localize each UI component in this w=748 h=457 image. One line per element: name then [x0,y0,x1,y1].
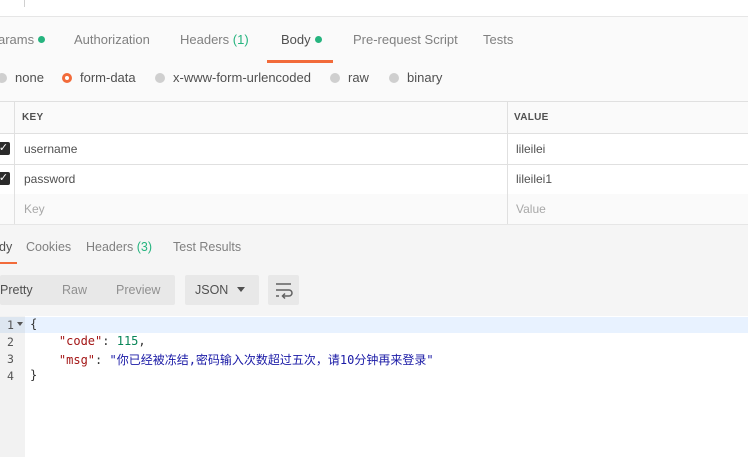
response-tab-cookies[interactable]: Cookies [26,240,71,254]
radio-circle [0,73,7,83]
tab-authorization[interactable]: Authorization [74,32,150,47]
response-tab-headers[interactable]: Headers (3) [86,240,152,254]
line-number: 3 [7,352,14,366]
radio-circle [389,73,399,83]
json-key-msg: "msg" [58,353,96,367]
json-value-msg: "你已经被冻结,密码输入次数超过五次，请10分钟再来登录" [109,353,434,367]
new-value-input[interactable]: Value [516,202,546,216]
row-checkbox[interactable]: ✓ [0,142,10,155]
column-divider [14,102,15,224]
json-key-code: "code" [58,334,103,348]
tab-headers-label: Headers [180,32,230,47]
format-label: JSON [195,283,229,297]
radio-circle [330,73,340,83]
radio-none[interactable]: none [0,70,44,85]
request-tabs: arams Authorization Headers (1) Body Pre… [0,17,748,63]
radio-raw[interactable]: raw [330,70,369,85]
headers-count: (1) [232,32,249,47]
tab-params[interactable]: arams [0,32,46,47]
radio-form-data[interactable]: form-data [62,70,136,85]
response-tab-body[interactable]: dy [0,240,12,254]
code-line-2: "code": 115, [58,334,146,348]
value-column-header: VALUE [514,112,549,123]
radio-circle-selected [62,73,72,83]
chevron-down-icon [237,287,245,292]
code-line-1: { [30,317,37,331]
radio-none-label: none [15,70,44,85]
body-indicator-dot [314,36,322,43]
radio-x-www-form-urlencoded[interactable]: x-www-form-urlencoded [155,70,311,85]
close-brace: } [30,368,38,382]
body-type-selector: none form-data x-www-form-urlencoded raw… [0,63,748,101]
response-tabs: dy Cookies Headers (3) Test Results [0,224,748,265]
response-toolbar: Pretty Raw Preview JSON [0,264,748,316]
tab-body[interactable]: Body [281,32,322,47]
key-cell[interactable]: password [24,172,75,186]
row-checkbox[interactable]: ✓ [0,172,10,185]
radio-binary[interactable]: binary [389,70,442,85]
radio-circle [155,73,165,83]
table-row: ✓ username lileilei [0,134,748,165]
response-headers-count: (3) [136,240,153,254]
new-key-input[interactable]: Key [24,202,45,216]
line-number: 2 [7,335,14,349]
table-row-new: Key Value [0,194,748,225]
radio-form-data-label: form-data [80,70,136,85]
radio-urlencoded-label: x-www-form-urlencoded [173,70,311,85]
code-line-4: } [30,368,37,382]
tab-params-label: arams [0,32,35,47]
tab-prerequest-label: Pre-request Script [353,32,458,47]
json-value-code: 115 [116,334,139,348]
response-tab-headers-label: Headers [86,240,134,254]
line-number: 1 [7,318,14,332]
code-line-3: "msg": "你已经被冻结,密码输入次数超过五次，请10分钟再来登录" [58,353,434,367]
fold-arrow-icon[interactable] [17,322,23,326]
value-cell[interactable]: lileilei1 [516,172,552,186]
radio-binary-label: binary [407,70,443,85]
active-line-highlight [0,317,748,333]
preview-button[interactable]: Preview [116,283,160,297]
table-row: ✓ password lileilei1 [0,164,748,195]
wrap-lines-button[interactable] [268,275,299,305]
response-body-editor[interactable]: 1 2 3 4 { "code": 115, "msg": "你已经被冻结,密码… [0,316,748,457]
tab-authorization-label: Authorization [74,32,150,47]
radio-raw-label: raw [348,70,369,85]
tab-tests-label: Tests [483,32,514,47]
raw-button[interactable]: Raw [62,283,87,297]
top-strip [0,0,748,17]
open-brace: { [30,317,38,331]
column-divider [507,102,508,224]
form-data-table: KEY VALUE ✓ username lileilei ✓ password… [0,101,748,225]
format-dropdown[interactable]: JSON [185,275,259,305]
tab-tests[interactable]: Tests [483,32,513,47]
view-mode-segment: Pretty Raw Preview [0,275,175,305]
key-column-header: KEY [22,112,44,123]
wrap-lines-icon [276,283,293,300]
divider [24,0,25,7]
params-indicator-dot [38,36,46,43]
tab-headers[interactable]: Headers (1) [180,32,249,47]
pretty-button[interactable]: Pretty [0,283,33,297]
line-number: 4 [7,369,14,383]
table-header-row: KEY VALUE [0,102,748,134]
value-cell[interactable]: lileilei [516,142,545,156]
tab-body-label: Body [281,32,311,47]
key-cell[interactable]: username [24,142,77,156]
tab-prerequest-script[interactable]: Pre-request Script [353,32,458,47]
response-tab-test-results[interactable]: Test Results [173,240,241,254]
